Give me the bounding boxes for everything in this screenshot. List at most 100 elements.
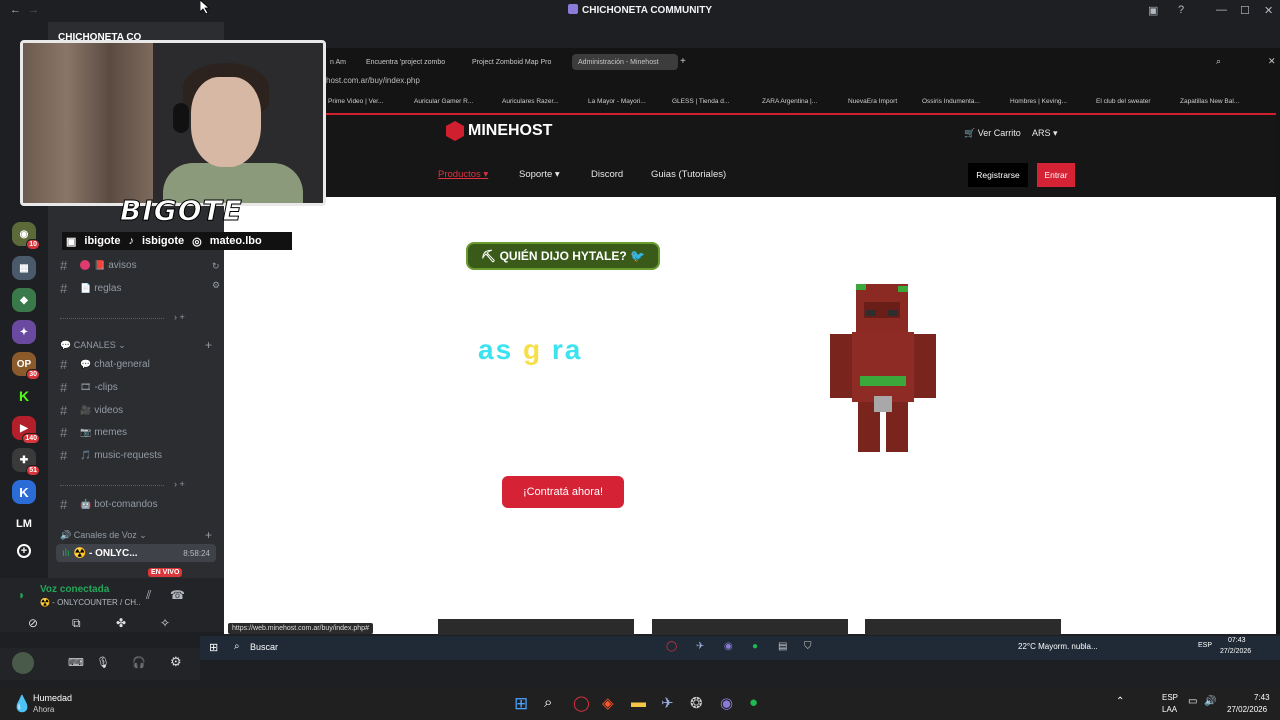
disconnect-icon[interactable]: ☎ — [170, 588, 185, 602]
minimize-icon[interactable]: — — [1216, 4, 1227, 16]
add-channel-icon[interactable]: + — [205, 338, 212, 352]
notepad-icon[interactable]: ▤ — [778, 641, 787, 652]
search-icon[interactable]: ⌕ — [544, 694, 552, 711]
channel-item[interactable]: # 💬 chat-general — [60, 354, 212, 374]
register-button[interactable]: Registrarse — [968, 163, 1028, 187]
search-icon[interactable]: ⌕ — [234, 641, 240, 652]
voice-channel-active[interactable]: ılı ☢️ - ONLYC... 8:58:24 — [56, 544, 216, 562]
discord-icon[interactable]: ◉ — [720, 694, 733, 712]
discord-icon[interactable]: ◉ — [724, 641, 733, 652]
gamepad-icon[interactable]: ⌨ — [68, 656, 84, 669]
soundboard-icon[interactable]: ✧ — [160, 616, 170, 630]
refresh-icon[interactable]: ↻ — [212, 261, 220, 272]
promo-badge[interactable]: ⛏ QUIÉN DIJO HYTALE? 🐦 — [466, 242, 660, 270]
browser-tab[interactable]: Project Zomboid Map Pro — [466, 54, 566, 70]
bookmark-item[interactable]: Zapatillas New Bal... — [1180, 98, 1239, 105]
channel-item[interactable]: # 🎥 videos — [60, 400, 212, 420]
site-logo[interactable]: MINEHOST — [446, 121, 552, 141]
nav-productos[interactable]: Productos ▾ — [438, 169, 488, 180]
product-card[interactable] — [652, 619, 848, 635]
server-icon[interactable]: OP 30 — [12, 352, 40, 380]
camera-off-icon[interactable]: ⊘ — [28, 616, 38, 630]
opera-icon[interactable]: ◯ — [666, 641, 677, 652]
server-icon[interactable]: ▶ 140 — [12, 416, 40, 444]
add-server-icon[interactable]: + — [17, 544, 31, 558]
chevron-right-icon[interactable]: › + — [174, 479, 185, 489]
server-icon[interactable]: ◉ 10 — [12, 222, 40, 250]
kick-server-icon[interactable]: K — [12, 384, 36, 408]
nav-discord[interactable]: Discord — [591, 169, 623, 180]
steam-icon[interactable]: ✈ — [661, 694, 674, 712]
address-bar[interactable]: host.com.ar/buy/index.php — [326, 76, 1266, 92]
bookmark-item[interactable]: Auriculares Razer... — [502, 98, 559, 105]
voice-channel-name[interactable]: ☢️ - ONLYCOUNTER / CH... — [40, 598, 140, 607]
cart-link[interactable]: 🛒 Ver Carrito — [964, 128, 1021, 139]
bookmark-item[interactable]: GLESS | Tienda d... — [672, 98, 729, 105]
windows-start-icon[interactable]: ⊞ — [209, 641, 218, 654]
chatgpt-icon[interactable]: ❂ — [690, 694, 703, 712]
login-button[interactable]: Entrar — [1037, 163, 1075, 187]
windows-start-icon[interactable]: ⊞ — [514, 694, 528, 714]
search-label[interactable]: Buscar — [250, 642, 278, 652]
inbox-icon[interactable]: ▣ — [1148, 4, 1158, 17]
bookmark-item[interactable]: Ossiris Indumenta... — [922, 98, 980, 105]
headphones-icon[interactable]: 🎧 — [132, 656, 146, 669]
language-label[interactable]: ESP — [1162, 693, 1178, 702]
widget-title[interactable]: Humedad — [33, 693, 72, 703]
product-card[interactable] — [865, 619, 1061, 635]
server-icon[interactable]: ◆ — [12, 288, 36, 312]
new-tab-icon[interactable]: + — [680, 56, 686, 67]
voice-status[interactable]: Voz conectada — [40, 584, 109, 595]
brave-icon[interactable]: ◈ — [602, 694, 614, 712]
noise-suppression-icon[interactable]: ⫽ — [146, 588, 151, 603]
close-icon[interactable]: ✕ — [1264, 4, 1273, 17]
channel-item[interactable]: # 🤖 bot-comandos — [60, 494, 212, 514]
bookmark-item[interactable]: Hombres | Keving... — [1010, 98, 1067, 105]
bookmark-item[interactable]: La Mayor - Mayori... — [588, 98, 646, 105]
spotify-icon[interactable]: ● — [749, 694, 758, 711]
chevron-right-icon[interactable]: › + — [174, 312, 185, 322]
activities-icon[interactable]: ✤ — [116, 616, 126, 630]
clock-time[interactable]: 07:43 — [1228, 637, 1246, 644]
bookmark-item[interactable]: Auricular Gamer R... — [414, 98, 473, 105]
add-channel-icon[interactable]: + — [205, 528, 212, 542]
avatar[interactable] — [12, 652, 34, 674]
server-icon[interactable]: ▦ — [12, 256, 36, 280]
opera-icon[interactable]: ◯ — [573, 694, 590, 712]
channel-item[interactable]: # 🎵 music-requests — [60, 445, 212, 465]
weather-label[interactable]: 22°C Mayorm. nubla... — [1018, 642, 1098, 651]
server-icon[interactable]: ✚ 51 — [12, 448, 40, 476]
bookmark-item[interactable]: ZARA Argentina |... — [762, 98, 817, 105]
chevron-up-icon[interactable]: ⌃ — [1116, 696, 1124, 707]
clock-time[interactable]: 7:43 — [1254, 693, 1270, 702]
clock-date[interactable]: 27/2/2026 — [1220, 648, 1251, 655]
channel-item[interactable]: # 📷 memes — [60, 422, 212, 442]
bookmark-item[interactable]: NuevaEra Import — [848, 98, 897, 105]
channel-item[interactable]: # 📕 avisos — [60, 255, 212, 275]
product-card[interactable] — [438, 619, 634, 635]
gear-icon[interactable]: ⚙ — [212, 280, 220, 291]
settings-gear-icon[interactable]: ⚙ — [170, 654, 182, 670]
language-label[interactable]: ESP — [1198, 642, 1212, 649]
channel-item[interactable]: # 🎞 -clips — [60, 377, 212, 397]
channel-item[interactable]: # 📄 reglas — [60, 278, 212, 298]
browser-tab-active[interactable]: Administración - Minehost — [572, 54, 678, 70]
category-text-channels[interactable]: 💬 CANALES ⌄ + — [60, 338, 212, 352]
currency-select[interactable]: ARS ▾ — [1032, 128, 1058, 139]
lm-server-icon[interactable]: LM — [12, 512, 36, 536]
maximize-icon[interactable]: ☐ — [1240, 4, 1250, 17]
hire-now-button[interactable]: ¡Contratá ahora! — [502, 476, 624, 508]
search-icon[interactable]: ⌕ — [1216, 56, 1221, 67]
nav-soporte[interactable]: Soporte ▾ — [519, 169, 560, 180]
network-icon[interactable]: ▭ — [1188, 696, 1197, 707]
browser-tab[interactable]: Encuentra 'project zombo — [360, 54, 460, 70]
shield-icon[interactable]: ⛉ — [804, 641, 812, 652]
screen-share-icon[interactable]: ⧉ — [72, 616, 81, 631]
spotify-icon[interactable]: ● — [752, 641, 758, 652]
close-icon[interactable]: ✕ — [1268, 56, 1276, 67]
clock-date[interactable]: 27/02/2026 — [1227, 705, 1267, 714]
help-icon[interactable]: ? — [1178, 4, 1184, 16]
category-voice-channels[interactable]: 🔊 Canales de Voz ⌄ + — [60, 528, 212, 542]
volume-icon[interactable]: 🔊 — [1204, 696, 1216, 707]
folder-icon[interactable]: ▬ — [631, 694, 646, 711]
